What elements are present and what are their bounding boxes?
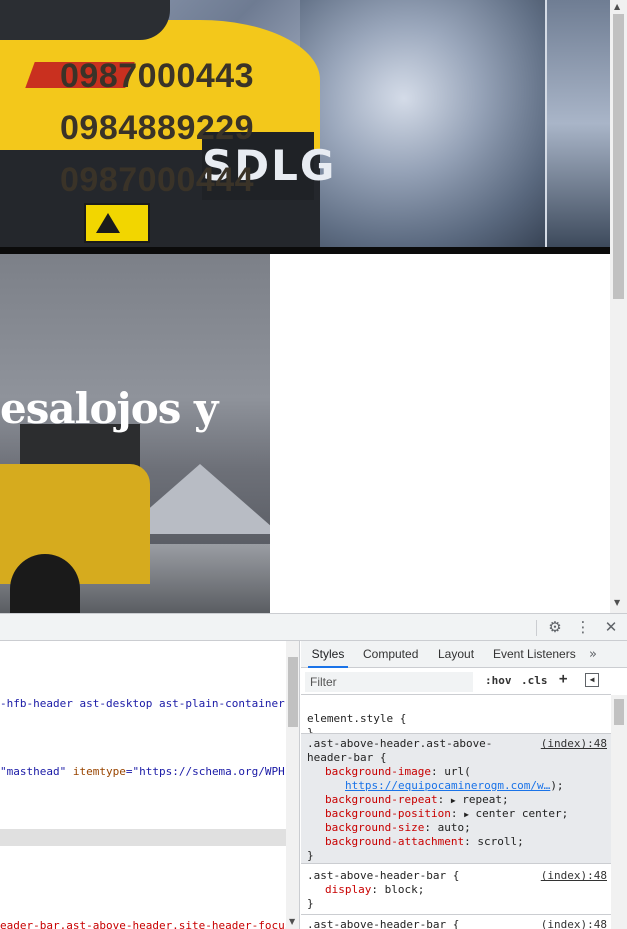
excavator-top — [0, 0, 170, 40]
styles-scrollbar[interactable] — [611, 695, 627, 929]
kebab-menu-icon[interactable]: ⋮ — [573, 617, 593, 637]
css-value[interactable]: url( — [444, 765, 471, 778]
dom-line-class[interactable]: -hfb-header ast-desktop ast-plain-contai… — [0, 697, 285, 710]
tab-computed[interactable]: Computed — [363, 641, 418, 668]
dom-id-value: "masthead" — [0, 765, 67, 778]
rule-separator — [301, 914, 611, 915]
phone-list: 0987000443 0984889229 0987000444 — [60, 50, 254, 206]
css-value-end: ); — [550, 779, 564, 792]
close-icon[interactable]: ✕ — [601, 617, 621, 637]
rule-close: } — [307, 849, 314, 862]
toolbar-separator — [536, 620, 537, 636]
styles-filter-bar: :hov .cls + ◀ — [301, 669, 611, 695]
rock-texture — [300, 0, 560, 247]
css-property[interactable]: background-repeat — [325, 793, 438, 806]
hov-toggle[interactable]: :hov — [485, 674, 512, 687]
new-rule-plus-icon[interactable]: + — [559, 671, 567, 687]
rule-source-link[interactable]: (index):48 — [541, 918, 607, 929]
page-scrollbar-thumb[interactable] — [613, 14, 624, 299]
rule-close: } — [307, 897, 314, 910]
rule-selector: .ast-above-header-bar { — [307, 918, 460, 929]
header-banner-image: SDLG 0987000443 0984889229 0987000444 — [0, 0, 610, 247]
dom-attr-value: "https://schema.org/WPH — [132, 765, 285, 778]
styles-filter-input[interactable] — [305, 672, 473, 692]
rule-selector: .ast-above-header.ast-above- — [307, 737, 493, 750]
rock-texture-right — [547, 0, 610, 247]
expand-triangle-icon[interactable]: ▶ — [464, 810, 469, 819]
rule-separator — [301, 733, 611, 734]
scroll-up-arrow-icon[interactable]: ▲ — [614, 2, 620, 11]
dom-selected-row[interactable] — [0, 829, 286, 846]
css-value[interactable]: repeat; — [462, 793, 508, 806]
more-tabs-icon[interactable]: » — [589, 641, 597, 668]
cls-toggle[interactable]: .cls — [521, 674, 548, 687]
rule-selector: element.style { — [307, 712, 407, 725]
styles-tabbar: Styles Computed Layout Event Listeners » — [301, 641, 627, 668]
phone-number-1[interactable]: 0987000443 — [60, 50, 254, 102]
phone-number-3[interactable]: 0987000444 — [60, 154, 254, 206]
expand-triangle-icon[interactable]: ▶ — [451, 796, 456, 805]
gear-icon[interactable]: ⚙ — [545, 617, 565, 637]
rule-separator — [301, 863, 611, 864]
styles-scrollbar-thumb[interactable] — [614, 699, 624, 725]
tab-layout[interactable]: Layout — [438, 641, 474, 668]
dom-attr-name: itemtype — [72, 765, 126, 778]
slide-heading: esalojos y — [0, 384, 218, 433]
css-property[interactable]: background-position — [325, 807, 451, 820]
rule-selector-cont: header-bar { — [307, 751, 387, 764]
css-value[interactable]: center center; — [476, 807, 569, 820]
toggle-sidebar-icon[interactable]: ◀ — [585, 673, 599, 687]
css-property[interactable]: display — [325, 883, 371, 896]
css-property[interactable]: background-image — [325, 765, 431, 778]
styles-pane: Styles Computed Layout Event Listeners »… — [301, 641, 627, 929]
phone-number-2[interactable]: 0984889229 — [60, 102, 254, 154]
hero-slide: esalojos y — [0, 254, 270, 613]
page-scrollbar[interactable]: ▲ ▼ — [610, 0, 627, 613]
scroll-down-arrow-icon[interactable]: ▼ — [614, 598, 620, 607]
devtools-panel: ⚙ ⋮ ✕ -hfb-header ast-desktop ast-plain-… — [0, 613, 627, 929]
header-divider — [0, 247, 610, 254]
dom-class-text: -hfb-header ast-desktop ast-plain-contai… — [0, 697, 285, 710]
rule-selector: .ast-above-header-bar { — [307, 869, 460, 882]
scroll-down-arrow-icon[interactable]: ▼ — [289, 917, 295, 926]
rule-source-link[interactable]: (index):48 — [541, 737, 607, 750]
dom-line-masthead[interactable]: "masthead" itemtype="https://schema.org/… — [0, 765, 285, 778]
css-value[interactable]: scroll; — [477, 835, 523, 848]
css-value[interactable]: auto; — [438, 821, 471, 834]
css-url-link[interactable]: https://equipocaminerogm.com/w… — [345, 779, 550, 792]
rule-source-link[interactable]: (index):48 — [541, 869, 607, 882]
elements-scrollbar-thumb[interactable] — [288, 657, 298, 727]
css-value[interactable]: block; — [385, 883, 425, 896]
css-property[interactable]: background-size — [325, 821, 424, 834]
elements-tree[interactable]: -hfb-header ast-desktop ast-plain-contai… — [0, 641, 300, 929]
devtools-toolbar: ⚙ ⋮ ✕ — [0, 614, 627, 641]
warning-plate-icon — [84, 203, 150, 243]
page-viewport: SDLG 0987000443 0984889229 0987000444 es… — [0, 0, 627, 613]
css-property[interactable]: background-attachment — [325, 835, 464, 848]
tab-styles[interactable]: Styles — [308, 641, 348, 668]
elements-scrollbar[interactable]: ▼ — [286, 641, 299, 929]
tab-event-listeners[interactable]: Event Listeners — [493, 641, 576, 668]
